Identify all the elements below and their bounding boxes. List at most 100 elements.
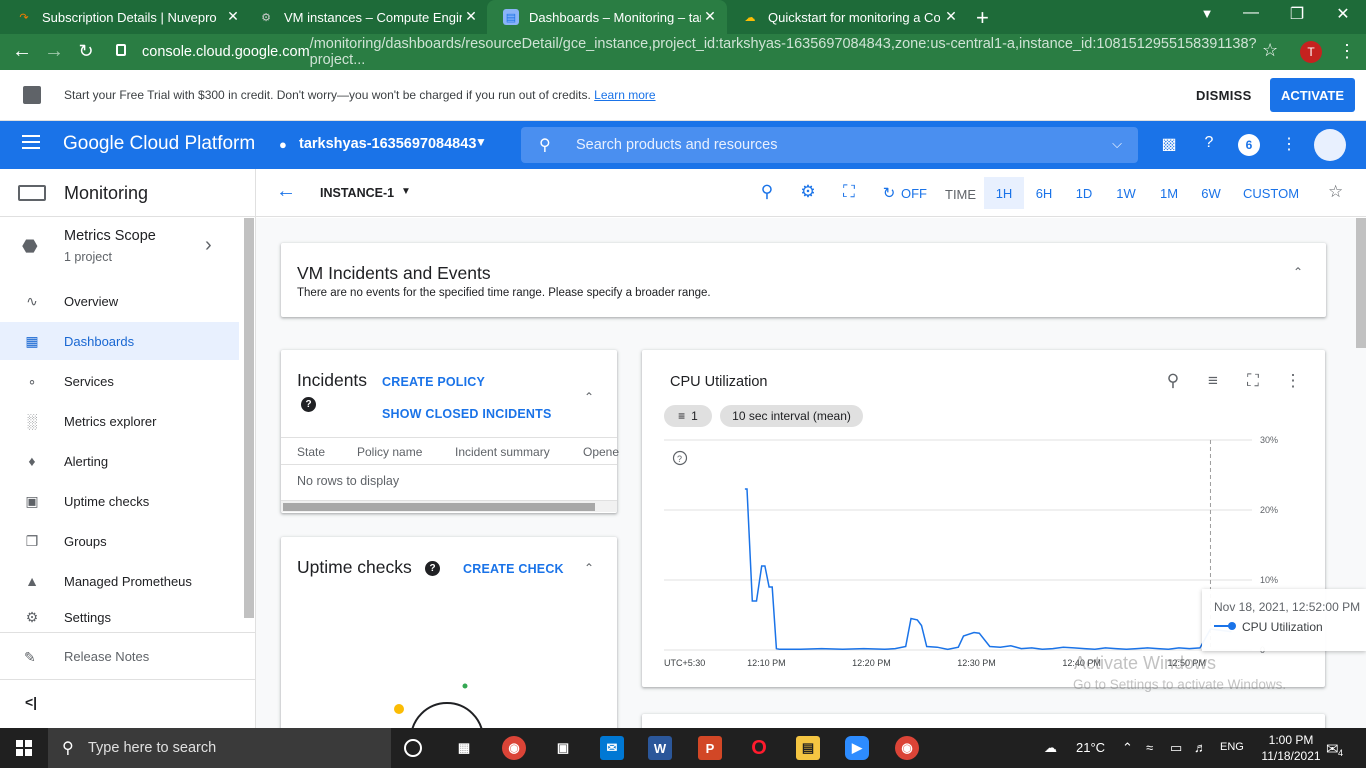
auto-refresh-off[interactable]: OFF bbox=[901, 186, 927, 201]
sidebar-item-dashboards[interactable]: ▦ Dashboards bbox=[0, 322, 239, 360]
sidebar-item-alerting[interactable]: ♦ Alerting bbox=[0, 442, 239, 480]
tab-dashboards-monitoring[interactable]: ▤ Dashboards – Monitoring – tarks ✕ bbox=[487, 0, 727, 34]
fullscreen-icon[interactable]: ⛶ bbox=[838, 182, 860, 202]
search-input[interactable]: ⚲ Search products and resources ⌵ bbox=[521, 127, 1138, 163]
range-1h[interactable]: 1H bbox=[984, 177, 1024, 209]
url-field[interactable]: console.cloud.google.com/monitoring/dash… bbox=[110, 36, 1290, 68]
opera-icon[interactable]: O bbox=[747, 736, 771, 760]
sidebar-item-overview[interactable]: ∿ Overview bbox=[0, 282, 239, 320]
zoom-search-icon[interactable]: ⚲ bbox=[756, 182, 778, 202]
windows-start-icon[interactable] bbox=[16, 740, 32, 756]
chevron-down-icon[interactable]: ⌵ bbox=[1112, 136, 1122, 152]
help-icon[interactable]: ? bbox=[301, 397, 316, 412]
bookmark-star-icon[interactable]: ☆ bbox=[1262, 40, 1278, 61]
clock-date[interactable]: 11/18/2021 bbox=[1256, 749, 1326, 763]
create-policy-link[interactable]: CREATE POLICY bbox=[382, 375, 485, 389]
tray-expand-icon[interactable]: ⌃ bbox=[1122, 740, 1133, 756]
collapse-caret-icon[interactable]: ⌃ bbox=[1293, 265, 1303, 279]
column-header-policy[interactable]: Policy name bbox=[357, 445, 422, 459]
window-close-icon[interactable]: ✕ bbox=[1328, 4, 1358, 24]
sidebar-item-release-notes[interactable]: ✎ Release Notes bbox=[0, 632, 255, 678]
activate-button[interactable]: ACTIVATE bbox=[1270, 78, 1355, 112]
back-arrow-icon[interactable]: ← bbox=[276, 180, 296, 203]
language-indicator[interactable]: ENG bbox=[1220, 741, 1244, 753]
sidebar-item-services[interactable]: ∘ Services bbox=[0, 362, 239, 400]
filter-chip[interactable]: ≡ 1 bbox=[664, 405, 712, 427]
tab-search-icon[interactable]: ▼ bbox=[1192, 6, 1222, 21]
clock-time[interactable]: 1:00 PM bbox=[1256, 733, 1326, 747]
column-header-opened[interactable]: Opene bbox=[583, 445, 619, 459]
scrollbar-thumb[interactable] bbox=[283, 503, 595, 511]
wifi-icon[interactable]: ≈ bbox=[1146, 740, 1153, 755]
zoom-search-icon[interactable]: ⚲ bbox=[1162, 371, 1184, 391]
minimize-icon[interactable]: — bbox=[1236, 4, 1266, 22]
interval-chip[interactable]: 10 sec interval (mean) bbox=[720, 405, 863, 427]
sidebar-item-groups[interactable]: ❐ Groups bbox=[0, 522, 239, 560]
caret-down-icon[interactable]: ▼ bbox=[401, 186, 411, 197]
back-icon[interactable]: ← bbox=[10, 40, 34, 63]
help-icon[interactable]: ? bbox=[1198, 134, 1220, 152]
collapse-sidebar-button[interactable]: <| bbox=[0, 679, 255, 727]
more-vert-icon[interactable]: ⋮ bbox=[1282, 371, 1304, 391]
action-center-icon[interactable]: ✉ bbox=[1326, 740, 1339, 758]
settings-gear-icon[interactable]: ⚙ bbox=[797, 182, 819, 202]
store-icon[interactable]: ▣ bbox=[551, 736, 575, 760]
more-vert-icon[interactable]: ⋮ bbox=[1278, 134, 1300, 154]
restore-icon[interactable]: ❐ bbox=[1282, 4, 1312, 24]
forward-icon[interactable]: → bbox=[42, 40, 66, 63]
sidebar-item-uptime-checks[interactable]: ▣ Uptime checks bbox=[0, 482, 239, 520]
account-avatar[interactable] bbox=[1314, 129, 1346, 161]
collapse-caret-icon[interactable]: ⌃ bbox=[584, 561, 594, 575]
sidebar-item-settings[interactable]: ⚙ Settings bbox=[0, 602, 239, 632]
volume-icon[interactable]: ♬ bbox=[1194, 740, 1207, 755]
task-view-icon[interactable]: ▦ bbox=[452, 736, 476, 760]
word-icon[interactable]: W bbox=[648, 736, 672, 760]
cloud-shell-icon[interactable]: ▩ bbox=[1158, 134, 1180, 154]
mail-icon[interactable]: ✉ bbox=[600, 736, 624, 760]
zoom-app-icon[interactable]: ▶ bbox=[845, 736, 869, 760]
instance-selector[interactable]: INSTANCE-1 bbox=[320, 186, 394, 200]
sidebar-item-managed-prometheus[interactable]: ▲ Managed Prometheus bbox=[0, 562, 239, 600]
legend-toggle-icon[interactable]: ≡ bbox=[1202, 371, 1224, 391]
column-header-state[interactable]: State bbox=[297, 445, 325, 459]
auto-refresh-icon[interactable]: ↻ bbox=[878, 184, 900, 202]
close-tab-icon[interactable]: ✕ bbox=[942, 8, 960, 25]
create-check-link[interactable]: CREATE CHECK bbox=[463, 562, 564, 576]
chevron-right-icon[interactable]: › bbox=[205, 234, 212, 257]
range-1w[interactable]: 1W bbox=[1108, 177, 1144, 209]
horizontal-scrollbar[interactable] bbox=[281, 500, 617, 512]
hamburger-menu-icon[interactable] bbox=[22, 135, 40, 149]
powerpoint-icon[interactable]: P bbox=[698, 736, 722, 760]
help-icon[interactable]: ? bbox=[425, 561, 440, 576]
metrics-scope[interactable]: ⬣ Metrics Scope 1 project › bbox=[0, 218, 244, 280]
show-closed-incidents-link[interactable]: SHOW CLOSED INCIDENTS bbox=[382, 407, 551, 421]
tab-vm-instances[interactable]: ⚙ VM instances – Compute Engine ✕ bbox=[242, 0, 488, 34]
temperature[interactable]: 21°C bbox=[1076, 740, 1105, 755]
range-1d[interactable]: 1D bbox=[1066, 177, 1102, 209]
fullscreen-icon[interactable]: ⛶ bbox=[1242, 371, 1264, 391]
range-6h[interactable]: 6H bbox=[1026, 177, 1062, 209]
tab-quickstart-monitoring[interactable]: ☁ Quickstart for monitoring a Com ✕ bbox=[726, 0, 968, 34]
learn-more-link[interactable]: Learn more bbox=[594, 88, 655, 102]
weather-icon[interactable]: ☁ bbox=[1044, 740, 1057, 756]
brand-title[interactable]: Google Cloud Platform bbox=[63, 133, 255, 155]
range-custom[interactable]: CUSTOM bbox=[1240, 177, 1302, 209]
chevron-down-icon[interactable]: ▼ bbox=[475, 135, 487, 149]
new-tab-icon[interactable]: + bbox=[976, 5, 998, 31]
chrome-profile-icon[interactable]: ◉ bbox=[895, 736, 919, 760]
close-tab-icon[interactable]: ✕ bbox=[462, 8, 480, 25]
browser-menu-icon[interactable]: ⋮ bbox=[1338, 41, 1356, 62]
battery-icon[interactable]: ▭ bbox=[1170, 740, 1182, 756]
collapse-caret-icon[interactable]: ⌃ bbox=[584, 390, 594, 404]
sidebar-scrollbar[interactable] bbox=[244, 218, 254, 618]
file-explorer-icon[interactable]: ▤ bbox=[796, 736, 820, 760]
main-scrollbar[interactable] bbox=[1356, 218, 1366, 348]
range-1m[interactable]: 1M bbox=[1150, 177, 1188, 209]
profile-avatar[interactable]: T bbox=[1300, 41, 1322, 63]
chrome-icon[interactable]: ◉ bbox=[502, 736, 526, 760]
close-tab-icon[interactable]: ✕ bbox=[701, 8, 719, 25]
taskbar-search[interactable]: ⚲ Type here to search bbox=[48, 728, 391, 768]
reload-icon[interactable]: ↻ bbox=[74, 41, 98, 62]
tab-subscription-details[interactable]: ↷ Subscription Details | Nuvepro ✕ bbox=[0, 0, 250, 34]
favorite-star-icon[interactable]: ☆ bbox=[1328, 182, 1343, 202]
